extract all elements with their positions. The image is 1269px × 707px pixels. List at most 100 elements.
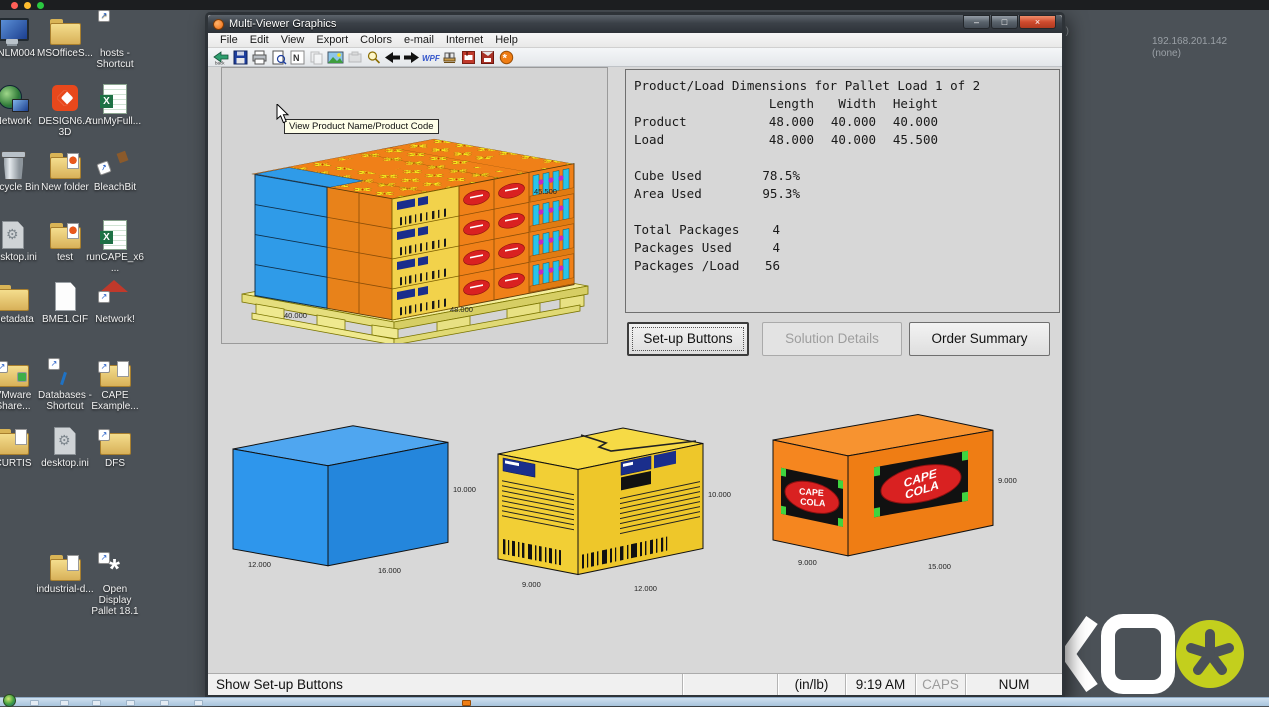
- taskbar-icon[interactable]: [126, 700, 135, 706]
- desktop-icon-open-display-pallet[interactable]: Open Display Pallet 18.1: [86, 552, 144, 617]
- taskbar-icon[interactable]: [194, 700, 203, 706]
- desktop-icon-bleachbit[interactable]: BleachBit: [86, 150, 144, 193]
- order-summary-button[interactable]: Order Summary: [909, 322, 1050, 356]
- taskbar-icon[interactable]: [30, 700, 39, 706]
- svg-text:back: back: [215, 60, 225, 65]
- star-shortcut-icon: [98, 16, 132, 46]
- back-icon[interactable]: back: [212, 49, 231, 65]
- desktop-icon-network2[interactable]: Network!: [86, 282, 144, 325]
- total-packages-row: Total Packages4: [634, 221, 1059, 239]
- cube-used-row: Cube Used78.5%: [634, 167, 1059, 185]
- mac-close-dot[interactable]: [11, 2, 18, 9]
- solution-details-button[interactable]: Solution Details: [762, 322, 902, 356]
- cola-dim-left: 9.000: [798, 558, 817, 567]
- folder-documents-icon: [0, 426, 30, 456]
- blue-dim-bottom: 16.000: [378, 566, 401, 575]
- mac-zoom-dot[interactable]: [37, 2, 44, 9]
- yellow-dim-right: 10.000: [708, 490, 731, 499]
- taskbar-icon[interactable]: [160, 700, 169, 706]
- taskbar-app-icon[interactable]: [462, 700, 471, 706]
- svg-text:*: *: [502, 52, 507, 64]
- blue-dim-left: 12.000: [248, 560, 271, 569]
- menu-view[interactable]: View: [275, 34, 311, 46]
- brush-icon: [98, 150, 132, 180]
- next-load-icon[interactable]: [402, 49, 421, 65]
- pushpin-icon: [48, 358, 82, 388]
- mouse-cursor: [276, 104, 290, 124]
- desktop-icon-dfs[interactable]: DFS: [86, 426, 144, 469]
- pallet-left-face: [255, 175, 392, 320]
- desktop-icon-runcape[interactable]: runCAPE_x6...: [86, 220, 144, 274]
- taskbar[interactable]: [0, 697, 1269, 706]
- taskbar-icon[interactable]: [60, 700, 69, 706]
- folder-shortcut-icon: [98, 426, 132, 456]
- yellow-box-drawing: 9.000 12.000 10.000: [486, 379, 736, 601]
- menu-file[interactable]: File: [214, 34, 244, 46]
- folder-network-icon: [0, 358, 30, 388]
- ip-address: 192.168.201.142: [1152, 36, 1227, 48]
- yellow-dim-bottom: 12.000: [634, 584, 657, 593]
- menu-export[interactable]: Export: [310, 34, 354, 46]
- file-icon: [48, 282, 82, 312]
- folder-media-icon: [48, 220, 82, 250]
- maximize-button[interactable]: □: [991, 15, 1018, 29]
- view-product-name-icon[interactable]: N: [288, 49, 307, 65]
- status-caps: CAPS: [915, 674, 965, 695]
- menu-edit[interactable]: Edit: [244, 34, 275, 46]
- desktop-icon-cape-example[interactable]: CAPE Example...: [86, 358, 144, 412]
- cape-cola-box-drawing: CAPE COLA CAPE COLA 9.000 15.000 9.000: [758, 385, 1020, 577]
- folder-documents-icon: [48, 552, 82, 582]
- ini-file-icon: [48, 426, 82, 456]
- desktop-icon-runmyfull[interactable]: runMyFull...: [86, 84, 144, 127]
- minimize-button[interactable]: –: [963, 15, 990, 29]
- mac-minimize-dot[interactable]: [24, 2, 31, 9]
- menu-email[interactable]: e-mail: [398, 34, 440, 46]
- product-load-info-panel: Product/Load Dimensions for Pallet Load …: [625, 69, 1060, 313]
- wpf-export-icon[interactable]: WPF: [421, 49, 440, 65]
- info-title: Product/Load Dimensions for Pallet Load …: [634, 77, 1059, 95]
- network-globe-icon: [0, 84, 30, 114]
- image-export-icon[interactable]: [326, 49, 345, 65]
- mac-top-bar: [0, 0, 1269, 10]
- print-icon[interactable]: [250, 49, 269, 65]
- menu-help[interactable]: Help: [489, 34, 524, 46]
- home-icon: [98, 282, 132, 312]
- zoom-icon[interactable]: [364, 49, 383, 65]
- menu-internet[interactable]: Internet: [440, 34, 489, 46]
- snapshot-icon[interactable]: [345, 49, 364, 65]
- save-icon[interactable]: [231, 49, 250, 65]
- menu-colors[interactable]: Colors: [354, 34, 398, 46]
- esko-store-icon[interactable]: *: [497, 49, 516, 65]
- pallet-view-icon[interactable]: [440, 49, 459, 65]
- multi-viewer-graphics-window: Multi-Viewer Graphics – □ × File Edit Vi…: [205, 12, 1065, 698]
- excel-file-icon: [98, 220, 132, 250]
- copy-icon[interactable]: [307, 49, 326, 65]
- area-used-row: Area Used95.3%: [634, 185, 1059, 203]
- setup-buttons-button[interactable]: Set-up Buttons: [627, 322, 749, 356]
- col-width: Width: [814, 95, 876, 113]
- title-bar[interactable]: Multi-Viewer Graphics – □ ×: [208, 15, 1062, 33]
- previous-load-icon[interactable]: [383, 49, 402, 65]
- recycle-bin-icon: [0, 150, 30, 180]
- packages-per-load-row: Packages /Load56: [634, 257, 1059, 275]
- yellow-dim-left: 9.000: [522, 580, 541, 589]
- pallet-dim-height: 45.500: [534, 187, 557, 196]
- start-orb-icon[interactable]: [3, 694, 16, 707]
- desktop-icon-hosts[interactable]: hosts - Shortcut: [86, 16, 144, 70]
- packages-used-row: Packages Used4: [634, 239, 1059, 257]
- print-preview-icon[interactable]: [269, 49, 288, 65]
- desktop-ip-text: 192.168.201.142 (none): [1152, 36, 1227, 60]
- status-time: 9:19 AM: [845, 674, 915, 695]
- taskbar-icon[interactable]: [92, 700, 101, 706]
- status-empty-cell: [682, 674, 777, 695]
- status-message: Show Set-up Buttons: [208, 677, 682, 692]
- esko-k-icon: [1068, 620, 1092, 688]
- status-num: NUM: [965, 674, 1062, 695]
- close-button[interactable]: ×: [1019, 15, 1056, 29]
- pallet-dim-length: 48.000: [450, 305, 473, 314]
- design-cube-icon: [48, 84, 82, 114]
- pdf-export-icon[interactable]: [459, 49, 478, 65]
- pdf-report-icon[interactable]: [478, 49, 497, 65]
- status-bar: Show Set-up Buttons (in/lb) 9:19 AM CAPS…: [208, 673, 1062, 695]
- folder-icon: [0, 282, 30, 312]
